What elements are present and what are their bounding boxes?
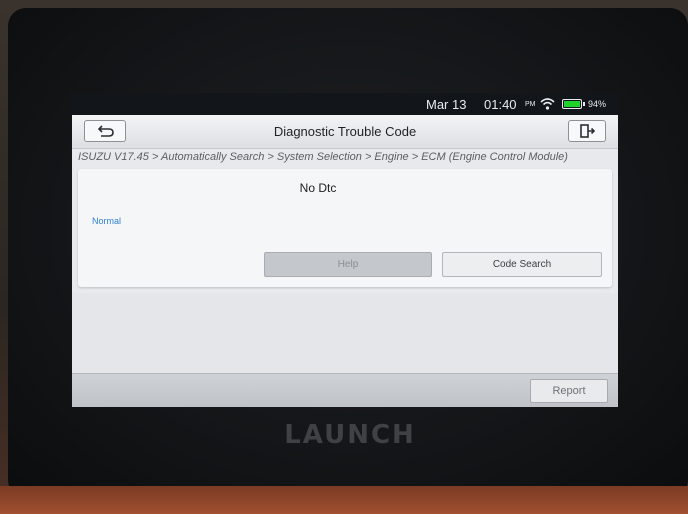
breadcrumb: ISUZU V17.45 > Automatically Search > Sy… — [78, 151, 568, 163]
wifi-icon — [540, 98, 555, 110]
dtc-status: Normal — [92, 216, 122, 226]
battery-icon — [562, 99, 582, 109]
page-title: Diagnostic Trouble Code — [273, 124, 417, 139]
code-search-button[interactable]: Code Search — [442, 252, 602, 277]
battery-percent: 94% — [588, 99, 607, 109]
help-button[interactable]: Help — [264, 252, 432, 277]
app-window: Diagnostic Trouble Code ISUZU V17.45 > A… — [72, 115, 618, 407]
empty-area — [72, 293, 618, 373]
dtc-panel: No Dtc Normal Help Code Search — [78, 169, 612, 287]
exit-icon — [580, 124, 596, 138]
report-button[interactable]: Report — [530, 379, 608, 403]
device-edge — [0, 486, 688, 514]
dtc-heading: No Dtc — [299, 181, 337, 195]
back-button[interactable] — [84, 120, 126, 142]
battery-fill — [564, 101, 580, 107]
battery-tip — [583, 102, 585, 106]
status-bar: Mar 13 01:40 PM 94% — [72, 93, 618, 115]
exit-button[interactable] — [568, 120, 606, 142]
back-arrow-icon — [97, 125, 114, 137]
brand-logo: LAUNCH — [284, 420, 416, 450]
bottom-bar: Report — [72, 373, 618, 407]
screen: Mar 13 01:40 PM 94% Diagnostic Trouble C… — [72, 93, 618, 407]
title-bar: Diagnostic Trouble Code — [72, 115, 618, 149]
status-time: 01:40 — [484, 97, 517, 112]
status-date: Mar 13 — [426, 97, 467, 112]
status-ampm: PM — [525, 101, 536, 108]
